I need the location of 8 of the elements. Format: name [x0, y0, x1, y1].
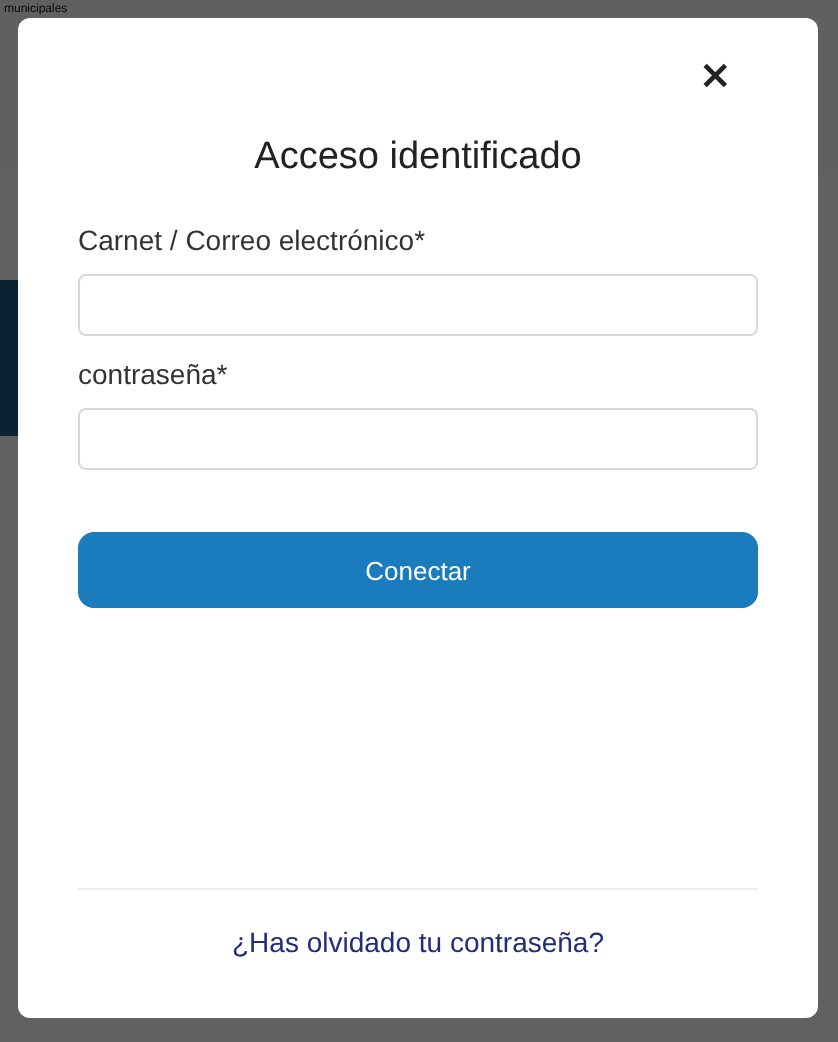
forgot-password-link[interactable]: ¿Has olvidado tu contraseña? — [232, 926, 604, 958]
field-label: contraseña* — [78, 356, 228, 392]
input-field[interactable] — [78, 408, 758, 470]
input-field[interactable] — [78, 274, 758, 336]
field-label: Carnet / Correo electrónico* — [78, 222, 426, 258]
connect-button[interactable]: Conectar — [78, 532, 758, 608]
close-button[interactable]: × — [690, 50, 740, 98]
dialog-title: Acceso identificado — [254, 134, 582, 182]
